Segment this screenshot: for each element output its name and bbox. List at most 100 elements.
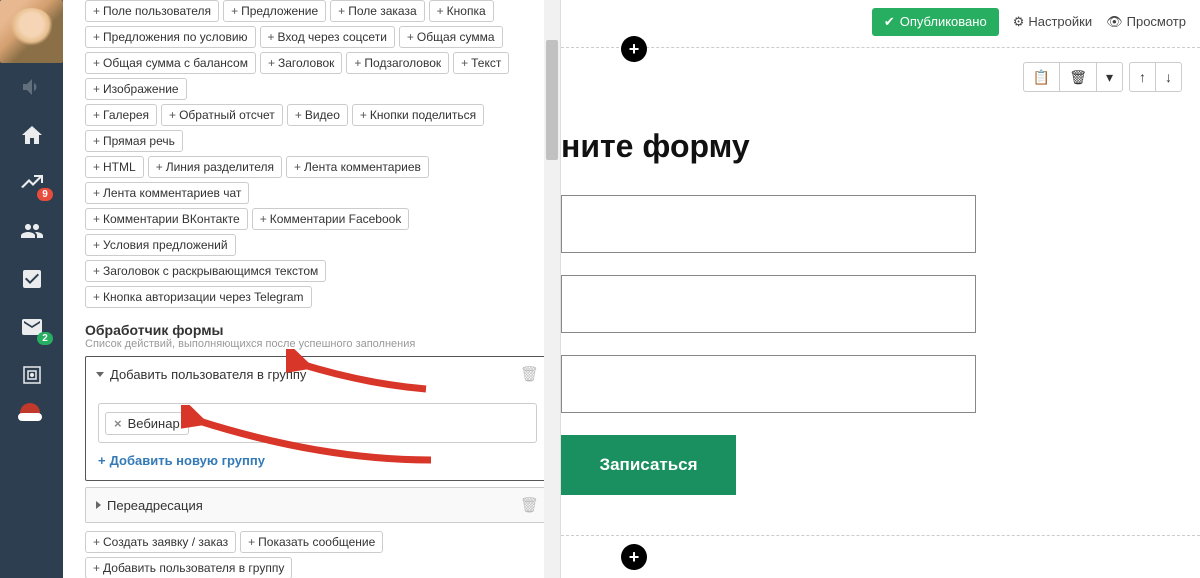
group-chip[interactable]: × Вебинар: [105, 412, 189, 435]
block-tag-1[interactable]: + Вход через соцсети: [260, 26, 395, 48]
block-tag-1[interactable]: + Комментарии Facebook: [252, 208, 410, 230]
scrollbar-thumb[interactable]: [546, 40, 558, 160]
action-tag-2[interactable]: + Добавить пользователя в группу: [85, 557, 292, 578]
plus-icon: +: [93, 134, 100, 148]
block-tag-4[interactable]: + Прямая речь: [85, 130, 183, 152]
plus-icon: +: [156, 160, 163, 174]
mail-icon[interactable]: 2: [0, 303, 63, 351]
copy-button[interactable]: 📋: [1024, 63, 1060, 91]
block-tag-2[interactable]: + Поле заказа: [330, 0, 424, 22]
plus-icon: +: [268, 30, 275, 44]
action-tag-1[interactable]: + Показать сообщение: [240, 531, 383, 553]
block-tag-2[interactable]: + Общая сумма: [399, 26, 503, 48]
submit-button[interactable]: Записаться: [561, 435, 736, 495]
form-preview: ните форму Записаться: [561, 128, 1200, 536]
block-tag-1[interactable]: + Обратный отсчет: [161, 104, 283, 126]
user-avatar[interactable]: [0, 0, 63, 63]
block-tag-2[interactable]: + Видео: [287, 104, 348, 126]
preview-panel: ✔ Опубликовано ⚙ Настройки 👁 Просмотр + …: [561, 0, 1200, 578]
plus-icon: +: [93, 160, 100, 174]
action-tag-0[interactable]: + Создать заявку / заказ: [85, 531, 236, 553]
trash-icon[interactable]: 🗑: [520, 365, 539, 383]
block-toolbar: 📋 🗑 ▾ ↑ ↓: [1023, 62, 1182, 92]
block-tag-2[interactable]: + Подзаголовок: [346, 52, 449, 74]
block-tag-3[interactable]: + Кнопка: [429, 0, 494, 22]
handler-redirect: Переадресация 🗑: [85, 487, 550, 523]
plus-icon: +: [93, 264, 100, 278]
chevron-right-icon: [96, 501, 101, 509]
block-tag-1[interactable]: + Кнопка авторизации через Telegram: [85, 286, 312, 308]
plus-icon: +: [354, 56, 361, 70]
plus-icon: +: [461, 56, 468, 70]
topbar: ✔ Опубликовано ⚙ Настройки 👁 Просмотр: [561, 0, 1200, 48]
plus-icon: +: [268, 56, 275, 70]
delete-button[interactable]: 🗑: [1060, 63, 1097, 91]
plus-icon: +: [93, 561, 100, 575]
plus-icon: +: [437, 4, 444, 18]
plus-icon: +: [93, 30, 100, 44]
safe-icon[interactable]: [0, 351, 63, 399]
plus-icon: +: [294, 160, 301, 174]
move-up-button[interactable]: ↑: [1130, 63, 1156, 91]
form-handler-subtitle: Список действий, выполняющихся после усп…: [85, 338, 550, 350]
block-tag-2[interactable]: + Условия предложений: [85, 234, 236, 256]
add-block-top[interactable]: +: [621, 36, 647, 62]
growth-badge: 9: [37, 188, 53, 201]
plus-icon: +: [169, 108, 176, 122]
settings-link[interactable]: ⚙ Настройки: [1013, 14, 1092, 30]
block-tag-1[interactable]: + Линия разделителя: [148, 156, 282, 178]
preview-link[interactable]: 👁 Просмотр: [1106, 14, 1186, 30]
plus-icon: +: [93, 82, 100, 96]
group-chip-input[interactable]: × Вебинар: [98, 403, 537, 443]
check-icon: ✔: [884, 14, 895, 30]
form-input-2[interactable]: [561, 275, 976, 333]
plus-icon: +: [93, 238, 100, 252]
gear-icon: ⚙: [1013, 14, 1025, 30]
growth-icon[interactable]: 9: [0, 159, 63, 207]
scrollbar[interactable]: [544, 0, 560, 578]
more-button[interactable]: ▾: [1097, 63, 1122, 91]
add-block-bottom[interactable]: +: [621, 544, 647, 570]
plus-icon: +: [93, 290, 100, 304]
block-tag-0[interactable]: + Комментарии ВКонтакте: [85, 208, 248, 230]
form-input-3[interactable]: [561, 355, 976, 413]
block-tag-4[interactable]: + Изображение: [85, 78, 187, 100]
move-down-button[interactable]: ↓: [1156, 63, 1181, 91]
plus-icon: +: [231, 4, 238, 18]
block-tag-3[interactable]: + Лента комментариев чат: [85, 182, 249, 204]
block-tag-0[interactable]: + Поле пользователя: [85, 0, 219, 22]
block-tag-0[interactable]: + Общая сумма с балансом: [85, 52, 256, 74]
home-icon[interactable]: [0, 111, 63, 159]
plus-icon: +: [295, 108, 302, 122]
tasks-icon[interactable]: [0, 255, 63, 303]
block-tag-0[interactable]: + Заголовок с раскрывающимся текстом: [85, 260, 326, 282]
sound-icon[interactable]: [0, 63, 63, 111]
block-tag-1[interactable]: + Предложение: [223, 0, 326, 22]
chat-icon[interactable]: [0, 399, 63, 447]
block-tag-0[interactable]: + Галерея: [85, 104, 157, 126]
config-panel: + Поле пользователя+ Предложение+ Поле з…: [63, 0, 561, 578]
add-new-group-link[interactable]: + Добавить новую группу: [98, 453, 265, 468]
dashed-divider: [561, 535, 1200, 536]
plus-icon: +: [407, 30, 414, 44]
block-tag-2[interactable]: + Лента комментариев: [286, 156, 429, 178]
handler-redirect-label: Переадресация: [107, 498, 203, 513]
published-button[interactable]: ✔ Опубликовано: [872, 8, 999, 36]
block-tag-3[interactable]: + Кнопки поделиться: [352, 104, 484, 126]
block-tag-1[interactable]: + Заголовок: [260, 52, 342, 74]
form-input-1[interactable]: [561, 195, 976, 253]
plus-icon: +: [338, 4, 345, 18]
form-title: ните форму: [561, 128, 1200, 165]
block-tag-3[interactable]: + Текст: [453, 52, 509, 74]
handler-header-add-group[interactable]: Добавить пользователя в группу 🗑: [86, 357, 549, 391]
plus-icon: +: [93, 186, 100, 200]
users-icon[interactable]: [0, 207, 63, 255]
chip-label: Вебинар: [128, 416, 180, 431]
trash-icon[interactable]: 🗑: [520, 496, 539, 514]
mail-badge: 2: [37, 332, 53, 345]
block-tag-0[interactable]: + Предложения по условию: [85, 26, 256, 48]
handler-header-redirect[interactable]: Переадресация 🗑: [86, 488, 549, 522]
block-tag-0[interactable]: + HTML: [85, 156, 144, 178]
plus-icon: +: [360, 108, 367, 122]
chip-remove-icon[interactable]: ×: [114, 416, 122, 431]
